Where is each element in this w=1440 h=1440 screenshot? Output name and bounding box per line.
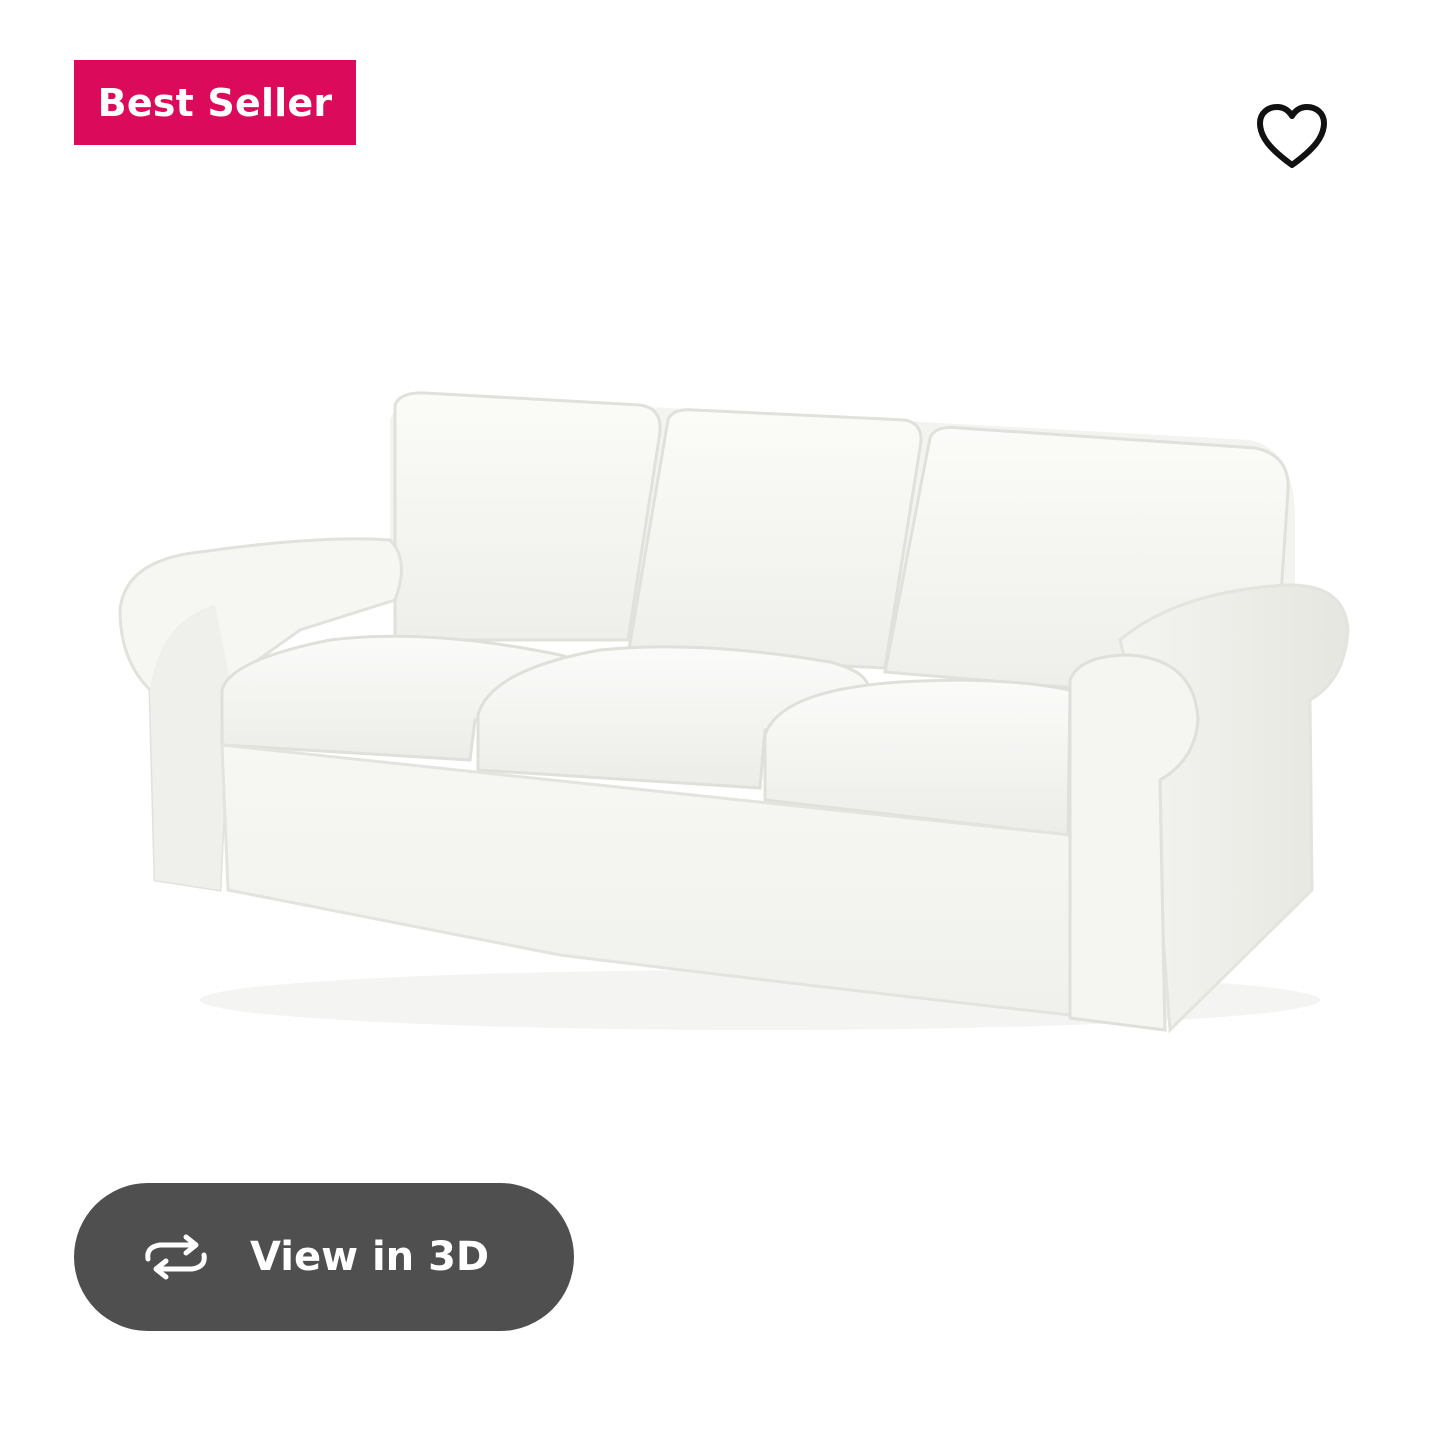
view-in-3d-button[interactable]: View in 3D — [74, 1183, 574, 1331]
best-seller-badge: Best Seller — [74, 60, 356, 145]
rotate-arrows-icon — [138, 1233, 214, 1281]
view-in-3d-label: View in 3D — [250, 1234, 490, 1280]
product-card: Best Seller View in 3D — [0, 0, 1440, 1440]
favorite-button[interactable] — [1250, 96, 1334, 176]
heart-icon — [1257, 104, 1327, 168]
product-image[interactable] — [110, 380, 1360, 1060]
